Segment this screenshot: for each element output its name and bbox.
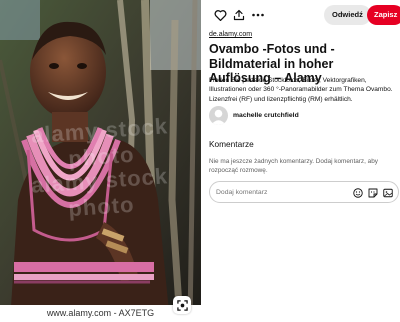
- photo-button[interactable]: [382, 187, 393, 198]
- comments-heading: Komentarze: [209, 139, 254, 149]
- creator-row[interactable]: machelle crutchfield: [209, 106, 299, 125]
- share-button[interactable]: [230, 6, 248, 24]
- comments-empty-message: Nie ma jeszcze żadnych komentarzy. Dodaj…: [209, 158, 378, 175]
- comment-composer[interactable]: [209, 181, 399, 203]
- avatar[interactable]: [209, 106, 228, 125]
- emoji-icon: [352, 187, 363, 198]
- heart-icon: [214, 10, 226, 21]
- more-dots-icon: [252, 13, 264, 17]
- share-icon: [233, 9, 245, 21]
- pin-details-panel: Odwiedź Zapisz de.alamy.com Ovambo -Foto…: [201, 0, 400, 322]
- emoji-button[interactable]: [352, 187, 363, 198]
- comment-input[interactable]: [216, 182, 346, 202]
- sticker-button[interactable]: [367, 187, 378, 198]
- more-options-button[interactable]: [249, 6, 267, 24]
- pin-description: Finden Sie perfekte Stockfotos, Bilder, …: [209, 77, 393, 103]
- save-button[interactable]: Zapisz: [367, 5, 400, 25]
- visual-search-button[interactable]: [173, 296, 191, 314]
- source-link[interactable]: de.alamy.com: [209, 31, 252, 38]
- photo-icon: [382, 188, 393, 197]
- user-avatar-icon: [210, 109, 227, 125]
- like-button[interactable]: [211, 6, 229, 24]
- visit-button[interactable]: Odwiedź: [324, 5, 371, 25]
- visual-search-icon: [176, 299, 188, 311]
- pin-image[interactable]: alamy stock photo alamy stock photo www.…: [0, 0, 201, 322]
- creator-name[interactable]: machelle crutchfield: [233, 112, 299, 119]
- sticker-icon: [368, 188, 377, 197]
- pin-toolbar: Odwiedź Zapisz: [201, 0, 400, 30]
- image-source-caption: www.alamy.com - AX7ETG: [0, 305, 201, 322]
